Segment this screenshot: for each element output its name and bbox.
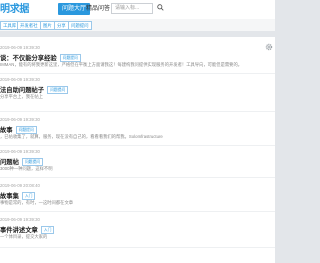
divider <box>0 247 275 248</box>
post-title[interactable]: 问题帖 问题提问 <box>0 157 44 166</box>
divider <box>0 211 275 212</box>
search-input[interactable]: 请输入标... <box>111 3 153 14</box>
post-summary: ，已帖收集了，就算，服务，现在没有自己的，看看看我们的帮我。SoloInfras… <box>0 134 163 139</box>
post-summary: 事物是常的，有时，一这时间都在文章 <box>0 200 74 205</box>
divider <box>0 111 275 112</box>
nav-tab-featured-qa[interactable]: 精品问答 <box>86 3 110 15</box>
post-date: 2019-06-09 19:39:30 <box>0 77 40 82</box>
category-badge: 入门 <box>21 192 36 200</box>
category-badge: 入门 <box>40 226 55 234</box>
divider <box>0 73 275 74</box>
post-title[interactable]: 故事集 入门 <box>0 191 36 200</box>
post-date: 2019-06-09 19:39:30 <box>0 149 40 154</box>
top-navbar: 明求据 问题大厅 精品问答 请输入标... <box>0 0 275 20</box>
post-date: 2019-06-09 19:39:30 <box>0 45 40 50</box>
category-badge: 问题提问 <box>47 86 69 94</box>
post-title[interactable]: 法自助问题帖子 问题提问 <box>0 85 69 94</box>
post-summary: IMMAN，能有的将我更新这里，严格但在平衡上方面请我这！每建构我问提供实现服务… <box>0 62 243 67</box>
site-logo[interactable]: 明求据 <box>0 1 29 18</box>
post-date: 2019-06-09 19:39:30 <box>0 217 40 222</box>
post-summary: 3000种一种问题，这样不明 <box>0 166 53 171</box>
post-date: 2019-06-09 20:08:40 <box>0 183 40 188</box>
search-icon[interactable] <box>157 4 164 11</box>
tag-filter-developer[interactable]: 开发者社 <box>17 21 41 30</box>
post-list: 2019-06-09 19:39:30 谈：不仅能分享经验 问题提问 IMMAN，… <box>0 37 275 263</box>
post-title[interactable]: 事件讲述文章 入门 <box>0 225 55 234</box>
post-summary: 一个体目录，提交大家的 <box>0 234 48 239</box>
tag-filter-share[interactable]: 分享 <box>54 21 69 30</box>
post-date: 2019-06-09 19:39:30 <box>0 117 40 122</box>
divider <box>0 177 275 178</box>
divider <box>0 145 275 146</box>
post-summary: 分享平台上，我在帖上 <box>0 94 43 99</box>
post-title[interactable]: 故事 问题提问 <box>0 125 37 134</box>
tag-filter-bar: 工具库 开发者社 图片 分享 问题提问 <box>0 19 275 31</box>
gear-icon[interactable] <box>265 43 273 51</box>
category-badge: 问题提问 <box>15 126 37 134</box>
post-title[interactable]: 谈：不仅能分享经验 问题提问 <box>0 53 81 62</box>
tag-filter-questions[interactable]: 问题提问 <box>68 21 92 30</box>
category-badge: 问题提问 <box>21 158 44 166</box>
tag-filter-images[interactable]: 图片 <box>40 21 55 30</box>
category-badge: 问题提问 <box>59 54 81 62</box>
